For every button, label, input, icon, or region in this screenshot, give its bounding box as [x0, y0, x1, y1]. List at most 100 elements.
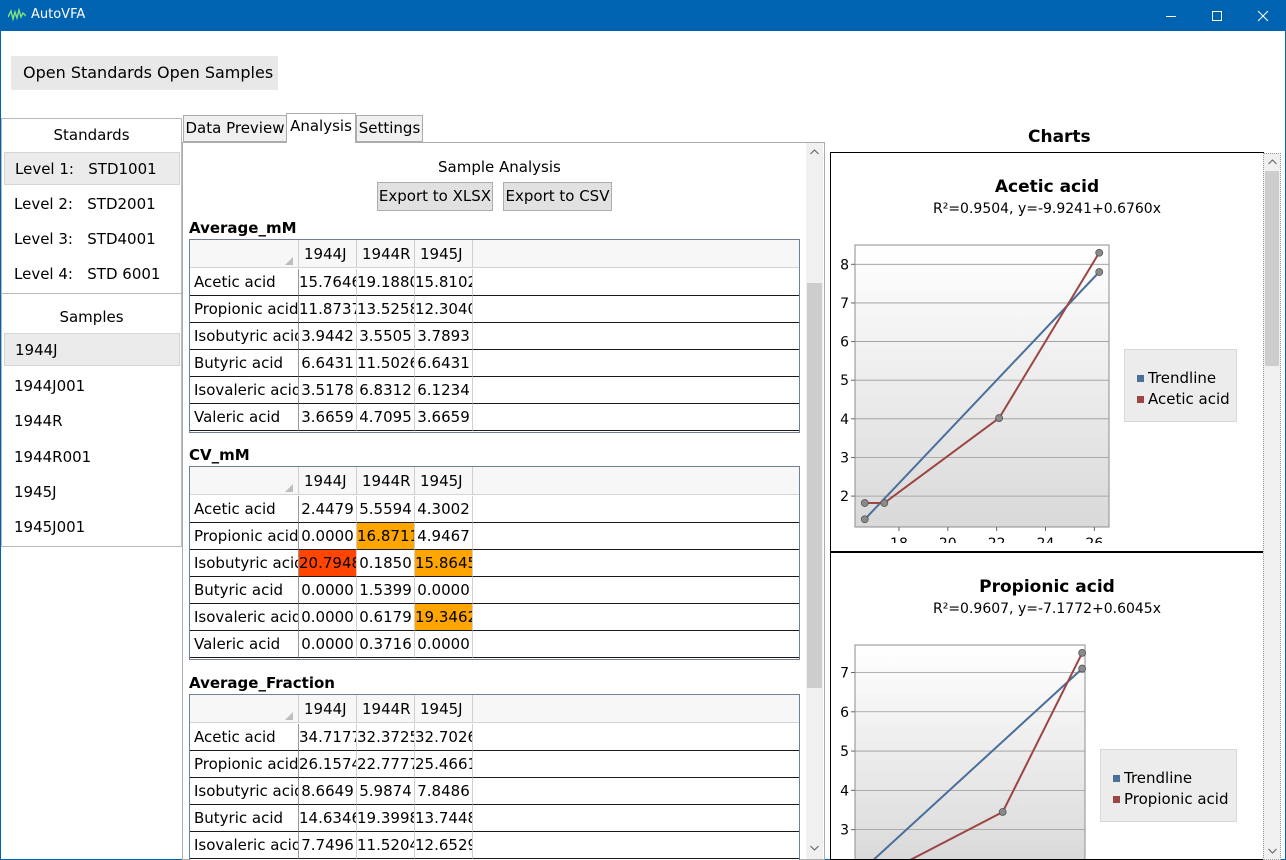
tab-settings[interactable]: Settings — [356, 115, 423, 142]
table-cell[interactable]: 3.6659 — [299, 404, 357, 431]
table-cell[interactable]: 0.0000 — [415, 577, 473, 604]
table-cell[interactable]: 13.5258 — [357, 296, 415, 323]
table-cell[interactable]: 32.3725 — [357, 724, 415, 751]
export-xlsx-button[interactable]: Export to XLSX — [377, 182, 493, 211]
table-cell[interactable]: 3.9442 — [299, 323, 357, 350]
table-cell[interactable]: 2.4479 — [299, 496, 357, 523]
standard-item[interactable]: Level 1: STD1001 — [4, 152, 180, 185]
table-cell[interactable]: 0.0000 — [415, 631, 473, 658]
table-cell[interactable]: 0.6179 — [357, 604, 415, 631]
column-header[interactable]: 1944R — [357, 467, 415, 495]
table-cell[interactable]: 4.3002 — [415, 496, 473, 523]
open-samples-button[interactable]: Open Samples — [157, 56, 273, 90]
export-csv-button[interactable]: Export to CSV — [503, 182, 612, 211]
table-cell[interactable]: 6.6431 — [415, 350, 473, 377]
table-cell[interactable]: 25.4661 — [415, 751, 473, 778]
charts-scrollbar[interactable] — [1263, 153, 1281, 860]
column-header[interactable]: 1944J — [299, 240, 357, 268]
scroll-up-icon[interactable] — [1268, 159, 1277, 165]
table-cell[interactable]: 1.5399 — [357, 577, 415, 604]
table-cell[interactable]: 13.7448 — [415, 805, 473, 832]
standard-item[interactable]: Level 4: STD 6001 — [4, 258, 180, 291]
table-cell[interactable]: 3.6659 — [415, 404, 473, 431]
standards-panel: Standards Level 1: STD1001 Level 2: STD2… — [1, 118, 182, 294]
column-header[interactable]: 1945J — [415, 695, 473, 723]
table-cell[interactable]: 14.6346 — [299, 805, 357, 832]
table-cell[interactable]: 5.5594 — [357, 496, 415, 523]
close-button[interactable] — [1240, 0, 1286, 31]
table-cell[interactable]: 19.1880 — [357, 269, 415, 296]
open-standards-button[interactable]: Open Standards — [23, 56, 152, 90]
maximize-button[interactable] — [1194, 0, 1240, 31]
charts-scroll-thumb[interactable] — [1265, 171, 1279, 366]
tab-analysis[interactable]: Analysis — [286, 113, 356, 143]
table-cell[interactable]: 11.5204 — [357, 832, 415, 859]
table-cell[interactable]: 26.1574 — [299, 751, 357, 778]
grid-corner[interactable] — [190, 695, 299, 723]
analysis-scroll-thumb[interactable] — [807, 283, 822, 688]
table-cell[interactable]: 6.1234 — [415, 377, 473, 404]
sample-item[interactable]: 1944R001 — [4, 441, 180, 474]
table-cell[interactable]: 4.9467 — [415, 523, 473, 550]
sample-item[interactable]: 1945J001 — [4, 511, 180, 544]
table-cell[interactable]: 0.1850 — [357, 550, 415, 577]
table-cell[interactable]: 6.8312 — [357, 377, 415, 404]
table-cell[interactable]: 8.6649 — [299, 778, 357, 805]
table-cell[interactable]: 15.7646 — [299, 269, 357, 296]
table-cell[interactable]: 20.7948 — [299, 550, 357, 577]
column-header[interactable]: 1944J — [299, 467, 357, 495]
column-header[interactable]: 1945J — [415, 467, 473, 495]
analysis-scrollbar[interactable] — [806, 143, 823, 859]
y-tick-label: 5 — [840, 744, 849, 760]
standard-item[interactable]: Level 3: STD4001 — [4, 223, 180, 256]
legend-item-series: Propionic acid — [1113, 789, 1228, 809]
table-cell[interactable]: 34.7177 — [299, 724, 357, 751]
column-header[interactable]: 1945J — [415, 240, 473, 268]
table-cell[interactable]: 22.7777 — [357, 751, 415, 778]
minimize-button[interactable] — [1148, 0, 1194, 31]
table-cell[interactable]: 3.5178 — [299, 377, 357, 404]
table-cell[interactable]: 11.8737 — [299, 296, 357, 323]
cv-mm-table[interactable]: 1944J 1944R 1945J Acetic acid 2.4479 5.5594 4.… — [189, 466, 800, 660]
table-cell[interactable]: 0.0000 — [299, 523, 357, 550]
table-cell[interactable]: 12.6529 — [415, 832, 473, 859]
standard-item[interactable]: Level 2: STD2001 — [4, 188, 180, 221]
sample-item[interactable]: 1944R — [4, 405, 180, 438]
table-cell[interactable]: 4.7095 — [357, 404, 415, 431]
table-cell[interactable]: 15.8102 — [415, 269, 473, 296]
column-header[interactable]: 1944R — [357, 240, 415, 268]
table-cell[interactable]: 16.8711 — [357, 523, 415, 550]
scroll-up-icon[interactable] — [810, 149, 819, 155]
sample-item[interactable]: 1944J001 — [4, 370, 180, 403]
table-cell[interactable]: 0.3716 — [357, 631, 415, 658]
grid-corner[interactable] — [190, 467, 299, 495]
scroll-down-icon[interactable] — [810, 845, 819, 851]
table-cell[interactable]: 11.5026 — [357, 350, 415, 377]
table-cell[interactable]: 7.7496 — [299, 832, 357, 859]
sample-item[interactable]: 1945J — [4, 476, 180, 509]
table-cell[interactable]: 0.0000 — [299, 577, 357, 604]
title-bar[interactable]: AutoVFA — [0, 0, 1286, 31]
table-cell[interactable]: 19.3462 — [415, 604, 473, 631]
table-cell[interactable]: 12.3040 — [415, 296, 473, 323]
column-header[interactable]: 1944R — [357, 695, 415, 723]
grid-corner[interactable] — [190, 240, 299, 268]
table-cell[interactable]: 7.8486 — [415, 778, 473, 805]
table-cell[interactable]: 15.8645 — [415, 550, 473, 577]
average-mm-table[interactable]: 1944J 1944R 1945J Acetic acid 15.7646 19.1880… — [189, 239, 800, 433]
table-cell[interactable]: 3.7893 — [415, 323, 473, 350]
table-cell[interactable]: 32.7026 — [415, 724, 473, 751]
table-cell[interactable]: 0.0000 — [299, 631, 357, 658]
header-filler — [473, 467, 799, 495]
table-cell[interactable]: 0.0000 — [299, 604, 357, 631]
column-header[interactable]: 1944J — [299, 695, 357, 723]
table-cell[interactable]: 19.3998 — [357, 805, 415, 832]
table-cell[interactable]: 6.6431 — [299, 350, 357, 377]
standard-name: STD4001 — [87, 230, 156, 248]
sample-item[interactable]: 1944J — [4, 333, 180, 366]
average-fraction-table[interactable]: 1944J 1944R 1945J Acetic acid 34.7177 32.3725… — [189, 694, 800, 860]
table-cell[interactable]: 5.9874 — [357, 778, 415, 805]
scroll-down-icon[interactable] — [1268, 848, 1277, 854]
tab-data-preview[interactable]: Data Preview — [183, 115, 287, 142]
table-cell[interactable]: 3.5505 — [357, 323, 415, 350]
